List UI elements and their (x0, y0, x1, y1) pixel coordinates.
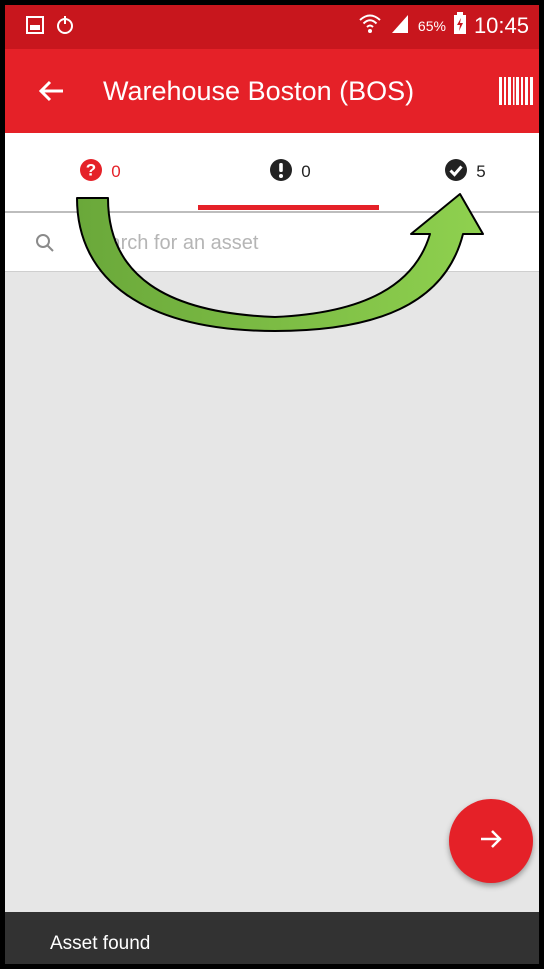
tab-found[interactable]: 5 (385, 133, 539, 211)
snackbar: Asset found (5, 912, 539, 964)
barcode-scan-button[interactable] (499, 77, 533, 105)
tab-alert[interactable]: 0 (195, 133, 385, 211)
back-button[interactable] (33, 71, 73, 111)
tab-unknown-count: 0 (111, 162, 121, 181)
search-input[interactable] (83, 223, 507, 263)
barcode-icon (499, 77, 533, 109)
sync-icon (55, 15, 75, 40)
svg-text:?: ? (86, 160, 96, 179)
clock: 10:45 (473, 12, 529, 38)
tab-bar: ? 0 0 5 (5, 133, 539, 213)
gallery-icon (25, 15, 45, 40)
battery-percent: 65% (417, 17, 446, 34)
next-button[interactable] (449, 799, 533, 883)
snackbar-message: Asset found (50, 933, 151, 954)
phone-screen: 65% 10:45 Warehouse Boston (BOS) ? 0 0 5… (0, 0, 544, 969)
tab-unknown[interactable]: ? 0 (5, 133, 195, 211)
tab-alert-count: 0 (301, 162, 311, 181)
arrow-right-icon (476, 824, 506, 859)
signal-icon (390, 12, 410, 39)
back-arrow-icon (33, 80, 73, 115)
wifi-icon (358, 11, 382, 40)
exclamation-circle-icon (269, 158, 293, 187)
app-bar: Warehouse Boston (BOS) (5, 49, 539, 133)
check-circle-icon (444, 158, 468, 187)
tab-selected-indicator (198, 205, 379, 210)
tab-found-count: 5 (476, 162, 486, 181)
page-title: Warehouse Boston (BOS) (103, 76, 415, 106)
status-bar: 65% 10:45 (5, 5, 539, 49)
battery-icon (453, 12, 466, 39)
question-circle-icon: ? (79, 158, 103, 187)
search-bar (5, 213, 539, 272)
search-icon (35, 233, 55, 258)
